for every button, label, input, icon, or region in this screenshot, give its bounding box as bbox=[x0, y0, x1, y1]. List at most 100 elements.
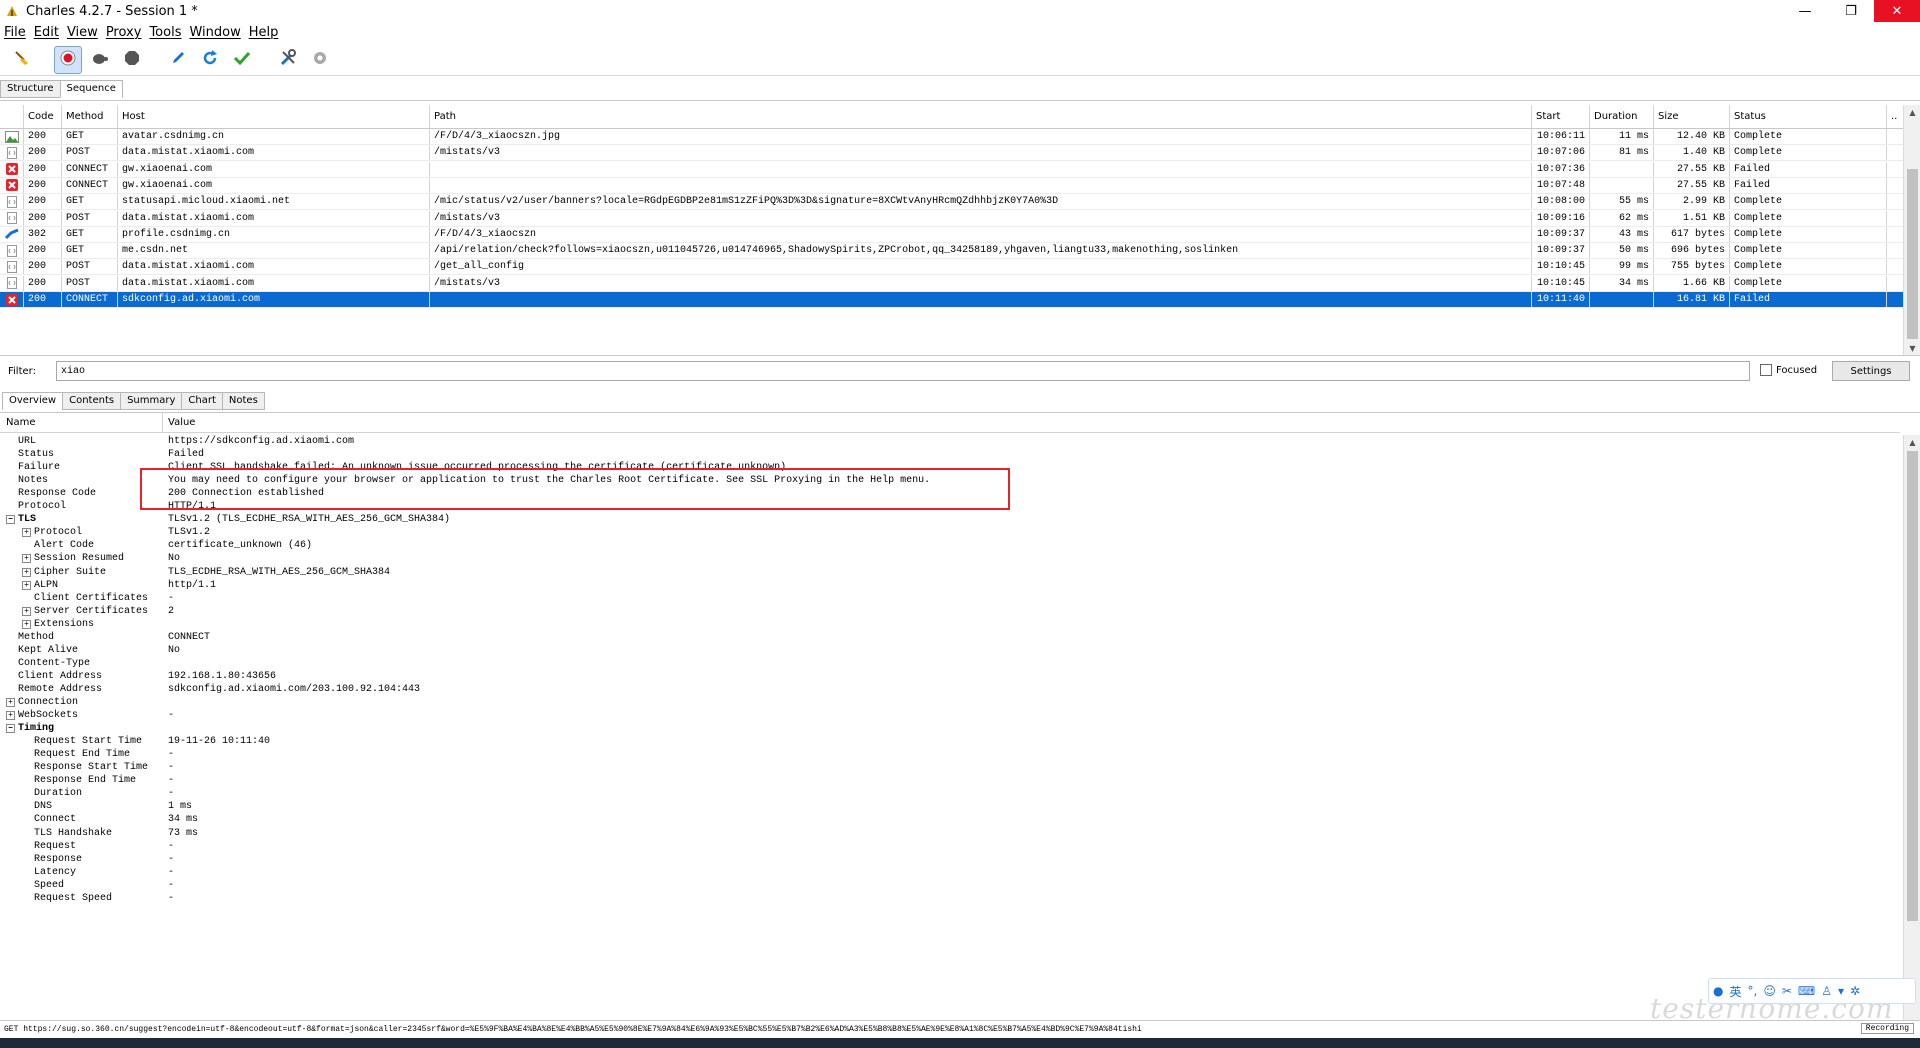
column-chooser-button[interactable]: .. bbox=[1887, 105, 1903, 128]
overview-row[interactable]: + Cipher Suite TLS_ECDHE_RSA_WITH_AES_256_… bbox=[0, 566, 1900, 579]
overview-row[interactable]: Client Address 192.168.1.80:43656 bbox=[0, 670, 1900, 683]
menu-file[interactable]: File bbox=[4, 25, 26, 40]
validate-button[interactable] bbox=[228, 46, 256, 74]
overview-row[interactable]: + Session Resumed No bbox=[0, 552, 1900, 565]
expand-icon[interactable]: + bbox=[22, 528, 31, 538]
menu-proxy[interactable]: Proxy bbox=[106, 25, 142, 40]
overview-row[interactable]: + WebSockets - bbox=[0, 709, 1900, 722]
overview-row[interactable]: − TLS TLSv1.2 (TLS_ECDHE_RSA_WITH_AES_256_… bbox=[0, 513, 1900, 526]
close-button[interactable]: ✕ bbox=[1874, 0, 1920, 22]
expand-icon[interactable]: + bbox=[22, 567, 31, 577]
breakpoints-button[interactable] bbox=[118, 46, 146, 74]
overview-row[interactable]: + Connection bbox=[0, 696, 1900, 709]
minimize-button[interactable]: — bbox=[1782, 0, 1828, 22]
header-duration[interactable]: Duration bbox=[1590, 105, 1654, 128]
scrollbar-thumb[interactable] bbox=[1907, 451, 1918, 921]
restore-button[interactable]: ❐ bbox=[1828, 0, 1874, 22]
menu-view[interactable]: View bbox=[67, 25, 98, 40]
overview-row[interactable]: Content-Type bbox=[0, 657, 1900, 670]
repeat-button[interactable] bbox=[196, 46, 224, 74]
expand-icon[interactable]: + bbox=[22, 606, 31, 616]
overview-row[interactable]: + Server Certificates 2 bbox=[0, 605, 1900, 618]
ime-toolbar[interactable]: ● 英 °, ☺ ✂ ⌨ ♙ ▾ ✲ bbox=[1708, 978, 1916, 1004]
header-host[interactable]: Host bbox=[118, 105, 430, 128]
filter-settings-button[interactable]: Settings bbox=[1832, 361, 1910, 381]
expand-icon[interactable]: + bbox=[22, 580, 31, 590]
record-button[interactable] bbox=[54, 45, 82, 74]
overview-row[interactable]: Latency - bbox=[0, 866, 1900, 879]
header-size[interactable]: Size bbox=[1654, 105, 1730, 128]
ime-language-label[interactable]: 英 bbox=[1729, 983, 1741, 1000]
overview-row[interactable]: URL https://sdkconfig.ad.xiaomi.com bbox=[0, 435, 1900, 448]
overview-row[interactable]: + Extensions bbox=[0, 618, 1900, 631]
header-method[interactable]: Method bbox=[62, 105, 118, 128]
sequence-scrollbar[interactable]: ▲ ▼ bbox=[1903, 105, 1920, 355]
overview-row[interactable]: DNS 1 ms bbox=[0, 800, 1900, 813]
table-row[interactable]: 200 GET me.csdn.net/api/relation/check?fol… bbox=[0, 243, 1903, 260]
overview-row[interactable]: Connect 34 ms bbox=[0, 813, 1900, 826]
overview-row[interactable]: Duration - bbox=[0, 787, 1900, 800]
expand-icon[interactable]: + bbox=[6, 711, 15, 721]
overview-scrollbar[interactable]: ▲ bbox=[1903, 435, 1920, 1022]
table-row[interactable]: 200 POST data.mistat.xiaomi.com/mistats/v3… bbox=[0, 145, 1903, 162]
tab-overview[interactable]: Overview bbox=[2, 392, 64, 410]
overview-row[interactable]: Client Certificates - bbox=[0, 592, 1900, 605]
table-row[interactable]: 200 GET statusapi.micloud.xiaomi.net/mic/s… bbox=[0, 194, 1903, 211]
overview-row[interactable]: Status Failed bbox=[0, 448, 1900, 461]
throttle-button[interactable] bbox=[86, 46, 114, 74]
tab-sequence[interactable]: Sequence bbox=[59, 80, 123, 98]
table-row[interactable]: 200 CONNECT gw.xiaoenai.com 10:07:48 27.55 K… bbox=[0, 177, 1903, 194]
overview-row[interactable]: Remote Address sdkconfig.ad.xiaomi.com/20… bbox=[0, 683, 1900, 696]
overview-row[interactable]: Kept Alive No bbox=[0, 644, 1900, 657]
scroll-up-arrow-icon[interactable]: ▲ bbox=[1904, 105, 1920, 119]
table-row[interactable]: 200 POST data.mistat.xiaomi.com/mistats/v3… bbox=[0, 275, 1903, 292]
overview-row[interactable]: Request End Time - bbox=[0, 748, 1900, 761]
tab-contents[interactable]: Contents bbox=[62, 392, 122, 410]
overview-row[interactable]: Request - bbox=[0, 840, 1900, 853]
table-row[interactable]: 200 POST data.mistat.xiaomi.com/get_all_co… bbox=[0, 259, 1903, 276]
overview-row[interactable]: Request Start Time 19-11-26 10:11:40 bbox=[0, 735, 1900, 748]
overview-row[interactable]: + ALPN http/1.1 bbox=[0, 579, 1900, 592]
compose-button[interactable] bbox=[164, 46, 192, 74]
overview-row[interactable]: Response Start Time - bbox=[0, 761, 1900, 774]
menu-window[interactable]: Window bbox=[189, 25, 240, 40]
table-row[interactable]: 200 GET avatar.csdnimg.cn/F/D/4/3_xiaocszn… bbox=[0, 129, 1903, 145]
table-row[interactable]: 200 POST data.mistat.xiaomi.com/mistats/v3… bbox=[0, 210, 1903, 227]
overview-row[interactable]: Request Speed - bbox=[0, 892, 1900, 905]
expand-icon[interactable]: + bbox=[6, 698, 15, 707]
overview-row[interactable]: + Protocol TLSv1.2 bbox=[0, 526, 1900, 539]
overview-row[interactable]: Response End Time - bbox=[0, 774, 1900, 787]
collapse-icon[interactable]: − bbox=[6, 515, 15, 525]
tab-structure[interactable]: Structure bbox=[0, 80, 61, 98]
tab-chart[interactable]: Chart bbox=[181, 392, 223, 410]
scroll-down-arrow-icon[interactable]: ▼ bbox=[1904, 341, 1920, 355]
header-path[interactable]: Path bbox=[430, 105, 1532, 128]
overview-row[interactable]: Alert Code certificate_unknown (46) bbox=[0, 539, 1900, 552]
table-row[interactable]: 200 CONNECT sdkconfig.ad.xiaomi.com 10:11:4… bbox=[0, 292, 1903, 308]
menu-tools[interactable]: Tools bbox=[149, 25, 181, 40]
tools-button[interactable] bbox=[274, 46, 302, 74]
overview-row[interactable]: − Timing bbox=[0, 722, 1900, 735]
filter-input[interactable]: xiao bbox=[56, 361, 1750, 381]
header-status[interactable]: Status bbox=[1730, 105, 1887, 128]
focused-checkbox[interactable] bbox=[1760, 364, 1772, 376]
scrollbar-thumb[interactable] bbox=[1907, 169, 1918, 339]
settings-button[interactable] bbox=[306, 46, 334, 74]
overview-row[interactable]: TLS Handshake 73 ms bbox=[0, 827, 1900, 840]
expand-icon[interactable]: + bbox=[22, 619, 31, 629]
table-row[interactable]: 302 GET profile.csdnimg.cn/F/D/4/3_xiaocsz… bbox=[0, 226, 1903, 243]
collapse-icon[interactable]: − bbox=[6, 724, 15, 734]
overview-row[interactable]: Response - bbox=[0, 853, 1900, 866]
scroll-up-arrow-icon[interactable]: ▲ bbox=[1904, 435, 1920, 449]
expand-icon[interactable]: + bbox=[22, 554, 31, 564]
header-code[interactable]: Code bbox=[24, 105, 62, 128]
overview-row[interactable]: Method CONNECT bbox=[0, 631, 1900, 644]
overview-row[interactable]: Speed - bbox=[0, 879, 1900, 892]
clear-session-button[interactable] bbox=[8, 46, 36, 74]
menu-help[interactable]: Help bbox=[249, 25, 279, 40]
header-start[interactable]: Start bbox=[1532, 105, 1590, 128]
tab-notes[interactable]: Notes bbox=[221, 392, 265, 410]
tab-summary[interactable]: Summary bbox=[120, 392, 183, 410]
menu-edit[interactable]: Edit bbox=[34, 25, 59, 40]
table-row[interactable]: 200 CONNECT gw.xiaoenai.com 10:07:36 27.55 K… bbox=[0, 161, 1903, 178]
